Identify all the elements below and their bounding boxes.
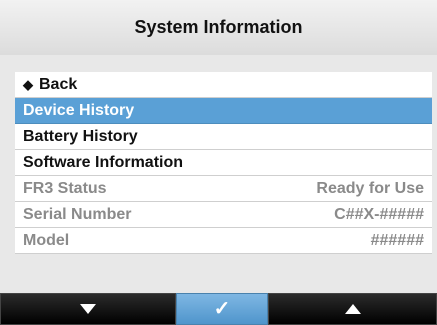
info-label: Model — [23, 231, 70, 249]
menu-list: ◆ Back Device History Battery History Sof… — [15, 72, 432, 254]
back-arrow-icon: ◆ — [23, 76, 33, 92]
menu-item-label: Device History — [23, 101, 135, 119]
menu-item-label: Software Information — [23, 153, 184, 171]
info-row-fr3-status: FR3 Status Ready for Use — [15, 176, 432, 202]
info-row-model: Model ###### — [15, 228, 432, 254]
back-item[interactable]: ◆ Back — [15, 72, 432, 98]
back-item-content: ◆ Back — [23, 76, 77, 94]
menu-item-software-information[interactable]: Software Information — [15, 150, 432, 176]
menu-item-battery-history[interactable]: Battery History — [15, 124, 432, 150]
device-screen: System Information ◆ Back Device History … — [0, 0, 437, 325]
back-label: Back — [39, 75, 78, 93]
menu-item-label: Battery History — [23, 127, 138, 145]
menu-item-device-history[interactable]: Device History — [15, 98, 432, 124]
soft-key-bar: ✓ — [0, 293, 437, 325]
info-label: FR3 Status — [23, 179, 107, 197]
down-arrow-icon — [80, 304, 96, 314]
page-title-text: System Information — [134, 17, 303, 37]
info-row-serial-number: Serial Number C##X-##### — [15, 202, 432, 228]
info-label: Serial Number — [23, 205, 132, 223]
info-value: ###### — [370, 231, 424, 249]
up-arrow-icon — [344, 304, 361, 314]
info-value: Ready for Use — [316, 179, 424, 197]
scroll-down-button[interactable] — [0, 293, 176, 325]
page-title: System Information — [0, 0, 437, 55]
select-button[interactable]: ✓ — [176, 293, 268, 325]
info-value: C##X-##### — [334, 205, 424, 223]
check-icon: ✓ — [213, 298, 231, 320]
scroll-up-button[interactable] — [268, 293, 437, 325]
